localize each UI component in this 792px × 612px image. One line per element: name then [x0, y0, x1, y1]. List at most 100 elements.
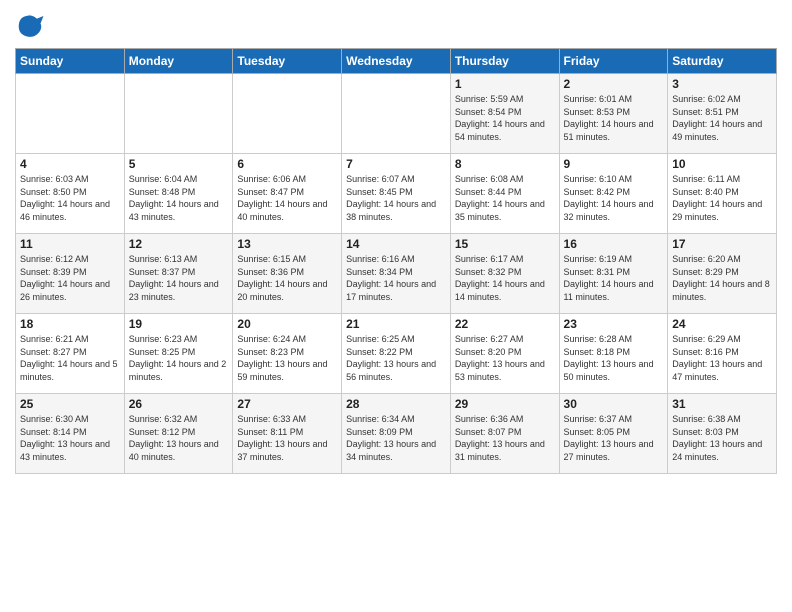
day-info: Sunrise: 6:38 AM Sunset: 8:03 PM Dayligh… [672, 413, 772, 463]
day-cell: 3Sunrise: 6:02 AM Sunset: 8:51 PM Daylig… [668, 74, 777, 154]
day-number: 8 [455, 157, 555, 171]
day-number: 26 [129, 397, 229, 411]
day-info: Sunrise: 6:32 AM Sunset: 8:12 PM Dayligh… [129, 413, 229, 463]
header-row: SundayMondayTuesdayWednesdayThursdayFrid… [16, 49, 777, 74]
day-cell: 17 Sunrise: 6:20 AM Sunset: 8:29 PM Dayli… [668, 234, 777, 314]
day-info: Sunrise: 6:21 AM Sunset: 8:27 PM Dayligh… [20, 333, 120, 383]
day-info: Sunrise: 6:24 AM Sunset: 8:23 PM Dayligh… [237, 333, 337, 383]
day-number: 17 [672, 237, 772, 251]
day-info: Sunrise: 6:07 AM Sunset: 8:45 PM Dayligh… [346, 173, 446, 223]
day-cell: 26 Sunrise: 6:32 AM Sunset: 8:12 PM Dayli… [124, 394, 233, 474]
day-number: 7 [346, 157, 446, 171]
day-number: 15 [455, 237, 555, 251]
day-number: 23 [564, 317, 664, 331]
day-info: Sunrise: 6:28 AM Sunset: 8:18 PM Dayligh… [564, 333, 664, 383]
day-cell: 6Sunrise: 6:06 AM Sunset: 8:47 PM Daylig… [233, 154, 342, 234]
day-info: Sunrise: 6:33 AM Sunset: 8:11 PM Dayligh… [237, 413, 337, 463]
col-header-thursday: Thursday [450, 49, 559, 74]
week-row-3: 18 Sunrise: 6:21 AM Sunset: 8:27 PM Dayli… [16, 314, 777, 394]
day-number: 10 [672, 157, 772, 171]
day-info: Sunrise: 6:27 AM Sunset: 8:20 PM Dayligh… [455, 333, 555, 383]
day-number: 6 [237, 157, 337, 171]
day-cell: 4 Sunrise: 6:03 AM Sunset: 8:50 PM Daylig… [16, 154, 125, 234]
day-number: 19 [129, 317, 229, 331]
day-info: Sunrise: 6:10 AM Sunset: 8:42 PM Dayligh… [564, 173, 664, 223]
day-number: 30 [564, 397, 664, 411]
day-info: Sunrise: 6:29 AM Sunset: 8:16 PM Dayligh… [672, 333, 772, 383]
day-cell: 20 Sunrise: 6:24 AM Sunset: 8:23 PM Dayli… [233, 314, 342, 394]
day-cell: 19 Sunrise: 6:23 AM Sunset: 8:25 PM Dayli… [124, 314, 233, 394]
day-number: 12 [129, 237, 229, 251]
day-cell: 14 Sunrise: 6:16 AM Sunset: 8:34 PM Dayli… [342, 234, 451, 314]
day-info: Sunrise: 6:17 AM Sunset: 8:32 PM Dayligh… [455, 253, 555, 303]
day-info: Sunrise: 6:37 AM Sunset: 8:05 PM Dayligh… [564, 413, 664, 463]
day-cell: 10 Sunrise: 6:11 AM Sunset: 8:40 PM Dayli… [668, 154, 777, 234]
day-info: Sunrise: 6:19 AM Sunset: 8:31 PM Dayligh… [564, 253, 664, 303]
day-info: Sunrise: 6:36 AM Sunset: 8:07 PM Dayligh… [455, 413, 555, 463]
day-cell: 13 Sunrise: 6:15 AM Sunset: 8:36 PM Dayli… [233, 234, 342, 314]
day-info: Sunrise: 6:12 AM Sunset: 8:39 PM Dayligh… [20, 253, 120, 303]
week-row-1: 4 Sunrise: 6:03 AM Sunset: 8:50 PM Daylig… [16, 154, 777, 234]
day-cell: 31 Sunrise: 6:38 AM Sunset: 8:03 PM Dayli… [668, 394, 777, 474]
day-cell: 15 Sunrise: 6:17 AM Sunset: 8:32 PM Dayli… [450, 234, 559, 314]
week-row-4: 25 Sunrise: 6:30 AM Sunset: 8:14 PM Dayli… [16, 394, 777, 474]
col-header-wednesday: Wednesday [342, 49, 451, 74]
day-cell [124, 74, 233, 154]
day-info: Sunrise: 6:25 AM Sunset: 8:22 PM Dayligh… [346, 333, 446, 383]
day-cell: 8Sunrise: 6:08 AM Sunset: 8:44 PM Daylig… [450, 154, 559, 234]
day-number: 25 [20, 397, 120, 411]
day-number: 2 [564, 77, 664, 91]
day-number: 14 [346, 237, 446, 251]
day-number: 31 [672, 397, 772, 411]
day-cell: 7 Sunrise: 6:07 AM Sunset: 8:45 PM Daylig… [342, 154, 451, 234]
day-cell: 22 Sunrise: 6:27 AM Sunset: 8:20 PM Dayli… [450, 314, 559, 394]
day-number: 20 [237, 317, 337, 331]
day-number: 18 [20, 317, 120, 331]
week-row-0: 1 Sunrise: 5:59 AM Sunset: 8:54 PM Daylig… [16, 74, 777, 154]
day-cell: 21Sunrise: 6:25 AM Sunset: 8:22 PM Dayli… [342, 314, 451, 394]
day-cell [342, 74, 451, 154]
day-info: Sunrise: 6:11 AM Sunset: 8:40 PM Dayligh… [672, 173, 772, 223]
day-number: 5 [129, 157, 229, 171]
day-cell: 11Sunrise: 6:12 AM Sunset: 8:39 PM Dayli… [16, 234, 125, 314]
day-cell: 30 Sunrise: 6:37 AM Sunset: 8:05 PM Dayli… [559, 394, 668, 474]
day-number: 13 [237, 237, 337, 251]
day-cell: 12Sunrise: 6:13 AM Sunset: 8:37 PM Dayli… [124, 234, 233, 314]
week-row-2: 11Sunrise: 6:12 AM Sunset: 8:39 PM Dayli… [16, 234, 777, 314]
day-cell: 18 Sunrise: 6:21 AM Sunset: 8:27 PM Dayli… [16, 314, 125, 394]
day-info: Sunrise: 6:16 AM Sunset: 8:34 PM Dayligh… [346, 253, 446, 303]
day-number: 4 [20, 157, 120, 171]
day-info: Sunrise: 6:15 AM Sunset: 8:36 PM Dayligh… [237, 253, 337, 303]
day-number: 27 [237, 397, 337, 411]
col-header-friday: Friday [559, 49, 668, 74]
day-number: 28 [346, 397, 446, 411]
day-cell: 5 Sunrise: 6:04 AM Sunset: 8:48 PM Daylig… [124, 154, 233, 234]
day-cell: 16Sunrise: 6:19 AM Sunset: 8:31 PM Dayli… [559, 234, 668, 314]
col-header-tuesday: Tuesday [233, 49, 342, 74]
day-info: Sunrise: 6:34 AM Sunset: 8:09 PM Dayligh… [346, 413, 446, 463]
day-info: Sunrise: 6:01 AM Sunset: 8:53 PM Dayligh… [564, 93, 664, 143]
logo-icon [15, 10, 45, 40]
header [15, 10, 777, 40]
day-cell: 29 Sunrise: 6:36 AM Sunset: 8:07 PM Dayli… [450, 394, 559, 474]
day-cell [233, 74, 342, 154]
day-cell: 27 Sunrise: 6:33 AM Sunset: 8:11 PM Dayli… [233, 394, 342, 474]
day-info: Sunrise: 6:23 AM Sunset: 8:25 PM Dayligh… [129, 333, 229, 383]
calendar-table: SundayMondayTuesdayWednesdayThursdayFrid… [15, 48, 777, 474]
day-info: Sunrise: 6:04 AM Sunset: 8:48 PM Dayligh… [129, 173, 229, 223]
day-info: Sunrise: 6:02 AM Sunset: 8:51 PM Dayligh… [672, 93, 772, 143]
day-info: Sunrise: 6:20 AM Sunset: 8:29 PM Dayligh… [672, 253, 772, 303]
day-cell: 23 Sunrise: 6:28 AM Sunset: 8:18 PM Dayli… [559, 314, 668, 394]
day-cell: 1 Sunrise: 5:59 AM Sunset: 8:54 PM Daylig… [450, 74, 559, 154]
day-info: Sunrise: 5:59 AM Sunset: 8:54 PM Dayligh… [455, 93, 555, 143]
day-cell [16, 74, 125, 154]
day-number: 22 [455, 317, 555, 331]
day-info: Sunrise: 6:03 AM Sunset: 8:50 PM Dayligh… [20, 173, 120, 223]
day-info: Sunrise: 6:30 AM Sunset: 8:14 PM Dayligh… [20, 413, 120, 463]
day-number: 1 [455, 77, 555, 91]
day-number: 9 [564, 157, 664, 171]
page-container: SundayMondayTuesdayWednesdayThursdayFrid… [0, 0, 792, 484]
day-number: 29 [455, 397, 555, 411]
col-header-saturday: Saturday [668, 49, 777, 74]
col-header-sunday: Sunday [16, 49, 125, 74]
